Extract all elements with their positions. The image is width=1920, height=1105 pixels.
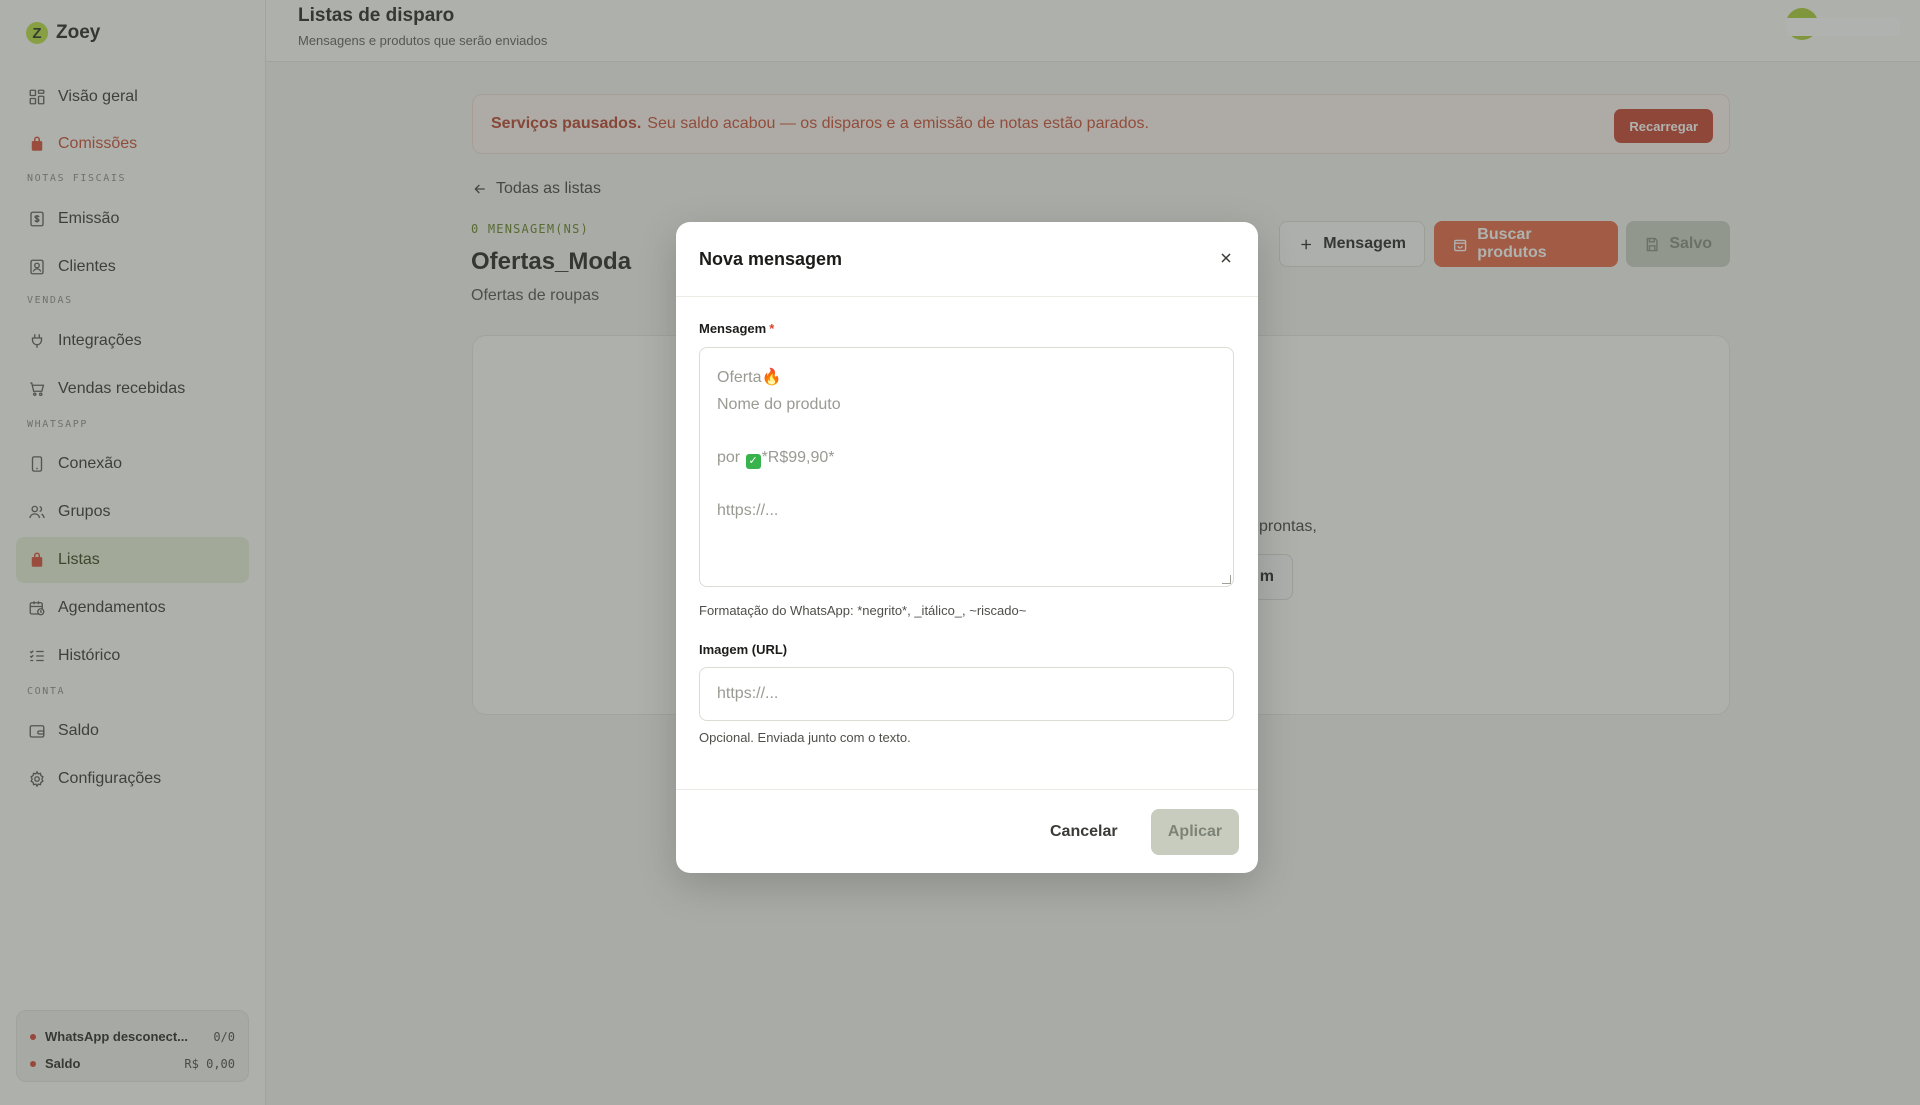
message-field-label: Mensagem * — [699, 321, 774, 336]
check-emoji-icon: ✓ — [745, 453, 761, 469]
apply-button[interactable]: Aplicar — [1151, 809, 1239, 855]
format-hint: Formatação do WhatsApp: *negrito*, _itál… — [699, 603, 1027, 618]
price-value: *R$99,90* — [761, 448, 835, 466]
dialog-header: Nova mensagem — [676, 222, 1258, 297]
message-label-text: Mensagem — [699, 321, 767, 336]
cancel-button[interactable]: Cancelar — [1036, 809, 1132, 855]
placeholder-line-2: Nome do produto — [717, 395, 841, 413]
placeholder-line-3: por ✓ *R$99,90* — [717, 448, 835, 469]
image-hint: Opcional. Enviada junto com o texto. — [699, 730, 911, 745]
image-url-input[interactable]: https://... — [699, 667, 1234, 721]
price-prefix: por — [717, 448, 745, 466]
close-icon — [1221, 253, 1231, 263]
placeholder-line-1: Oferta🔥 — [717, 369, 782, 386]
dialog-footer: Cancelar Aplicar — [676, 789, 1258, 873]
required-mark: * — [769, 321, 775, 336]
dialog-title: Nova mensagem — [699, 249, 843, 269]
placeholder-line-4: https://... — [717, 501, 779, 519]
image-field-label: Imagem (URL) — [699, 642, 788, 657]
resize-handle[interactable] — [1222, 575, 1231, 584]
new-message-dialog: Nova mensagem Mensagem * Oferta🔥 Nome do … — [676, 222, 1258, 873]
message-textarea[interactable]: Oferta🔥 Nome do produto por ✓ *R$99,90* h… — [699, 347, 1234, 587]
image-url-placeholder: https://... — [717, 685, 779, 702]
close-button[interactable] — [1214, 246, 1238, 270]
